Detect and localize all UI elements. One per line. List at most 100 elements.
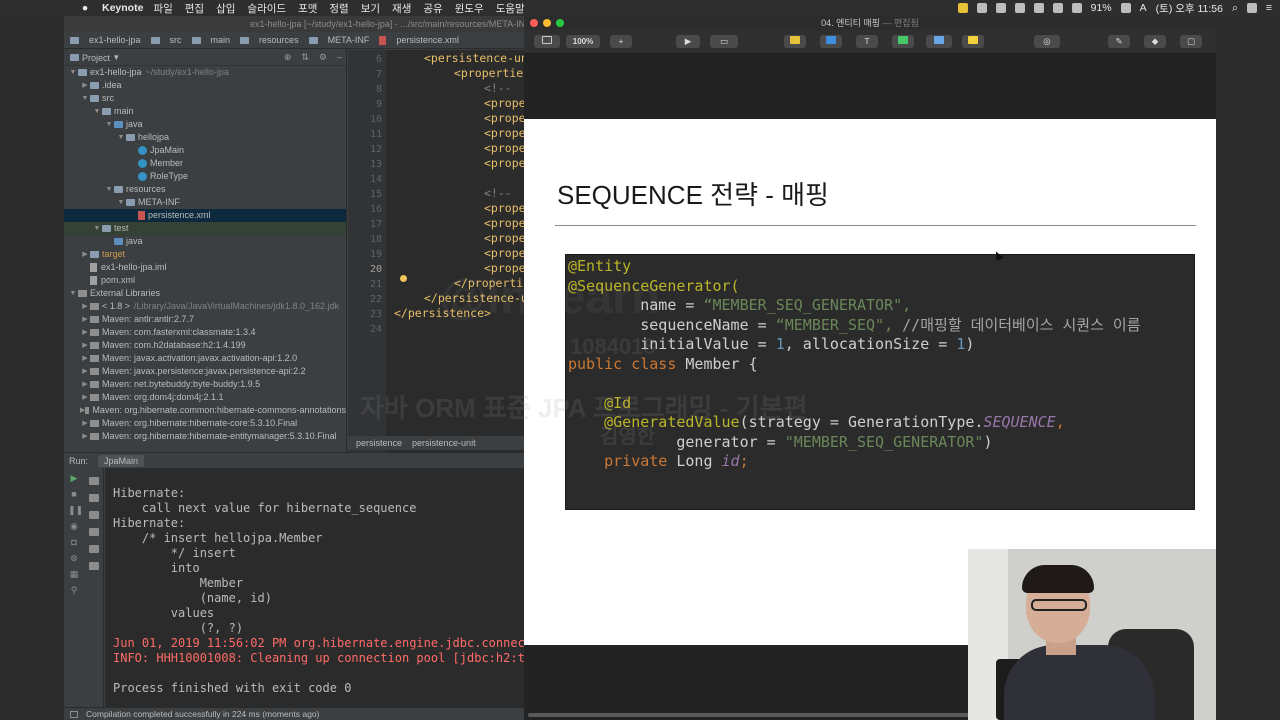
tree-expand-arrow-icon[interactable]: ▼	[104, 118, 114, 131]
tree-expand-arrow-icon[interactable]: ▶	[80, 378, 90, 391]
breadcrumb-item-1[interactable]: src	[150, 35, 182, 45]
tree-expand-arrow-icon[interactable]: ▶	[80, 79, 90, 92]
keynote-live-button[interactable]: ▭	[710, 35, 738, 48]
tree-item[interactable]: ▶ Maven: org.hibernate.common:hibernate-c…	[64, 404, 346, 417]
menu-item-5[interactable]: 정렬	[329, 1, 348, 16]
print-icon[interactable]	[88, 545, 99, 553]
tray-volume-icon[interactable]	[1071, 3, 1082, 13]
tree-expand-arrow-icon[interactable]: ▼	[116, 196, 126, 209]
zoom-select[interactable]: 100%	[566, 35, 600, 48]
rerun-play-icon[interactable]: ▶	[68, 473, 80, 483]
trash-icon[interactable]	[88, 562, 99, 570]
menu-item-9[interactable]: 윈도우	[455, 1, 484, 16]
slide-title[interactable]: SEQUENCE 전략 - 매핑	[557, 175, 829, 212]
tray-display-icon[interactable]	[1033, 3, 1044, 13]
tree-expand-arrow-icon[interactable]: ▶	[80, 430, 90, 443]
tree-expand-arrow-icon[interactable]: ▼	[68, 287, 78, 300]
editor-crumb-0[interactable]: persistence	[356, 438, 402, 448]
menu-item-1[interactable]: 편집	[185, 1, 204, 16]
tray-cloud-icon[interactable]	[1014, 3, 1025, 13]
code-editor[interactable]: 6 <persistence-unit 7 <properties> 8 <!-- 9 <pr…	[348, 50, 524, 460]
shape-button[interactable]	[892, 35, 914, 48]
tree-item[interactable]: ▶ target	[64, 248, 346, 261]
tree-expand-arrow-icon[interactable]: ▼	[116, 131, 126, 144]
tree-item[interactable]: ▼ java	[64, 118, 346, 131]
tree-item[interactable]: ▶ Maven: com.fasterxml:classmate:1.3.4	[64, 326, 346, 339]
tree-item[interactable]: Member	[64, 157, 346, 170]
status-toggle-icon[interactable]	[70, 710, 78, 718]
table-button[interactable]	[784, 35, 806, 48]
tree-item[interactable]: ▶ Maven: com.h2database:h2:1.4.199	[64, 339, 346, 352]
tree-item[interactable]: ▼ ex1-hello-jpa ~/study/ex1-hello-jpa	[64, 66, 346, 79]
tree-item[interactable]: ▼ main	[64, 105, 346, 118]
locate-file-icon[interactable]: ⊕	[284, 52, 292, 63]
hide-panel-icon[interactable]: –	[337, 52, 342, 63]
editor-crumb-1[interactable]: persistence-unit	[412, 438, 476, 448]
media-button[interactable]	[926, 35, 952, 48]
menu-item-3[interactable]: 슬라이드	[247, 1, 286, 16]
breadcrumb-item-4[interactable]: META-INF	[308, 35, 369, 45]
tree-item[interactable]: ▶ < 1.8 >/Library/Java/JavaVirtualMachine…	[64, 300, 346, 313]
tree-expand-arrow-icon[interactable]: ▼	[104, 183, 114, 196]
spotlight-icon[interactable]: ⌕	[1232, 2, 1238, 15]
breadcrumb-item-3[interactable]: resources	[240, 35, 299, 45]
tree-item[interactable]: ▼ resources	[64, 183, 346, 196]
tree-item[interactable]: ▶ .idea	[64, 79, 346, 92]
tree-expand-arrow-icon[interactable]: ▶	[80, 352, 90, 365]
up-arrow-icon[interactable]	[88, 477, 99, 485]
play-button[interactable]: ▶	[676, 35, 700, 48]
run-tab-jpamain[interactable]: JpaMain	[98, 454, 145, 467]
exit-icon[interactable]: ⊗	[68, 553, 80, 563]
menu-item-8[interactable]: 공유	[423, 1, 442, 16]
add-slide-button[interactable]: +	[610, 35, 632, 48]
apple-icon[interactable]: ●	[78, 2, 92, 14]
layout-icon[interactable]: ▦	[68, 569, 80, 579]
menu-item-7[interactable]: 재생	[392, 1, 411, 16]
tree-expand-arrow-icon[interactable]: ▼	[68, 66, 78, 79]
tree-item[interactable]: ▼ hellojpa	[64, 131, 346, 144]
tree-item[interactable]: ▶ Maven: javax.persistence:javax.persiste…	[64, 365, 346, 378]
tree-item[interactable]: ▶ Maven: antlr:antlr:2.7.7	[64, 313, 346, 326]
tray-wifi-icon[interactable]	[1052, 3, 1063, 13]
battery-icon[interactable]	[1120, 3, 1131, 13]
menu-app-name[interactable]: Keynote	[102, 2, 143, 14]
project-view-dropdown-icon[interactable]: ▾	[114, 52, 119, 63]
view-button[interactable]	[534, 35, 560, 48]
down-arrow-icon[interactable]	[88, 494, 99, 502]
tree-expand-arrow-icon[interactable]: ▼	[92, 222, 102, 235]
tree-expand-arrow-icon[interactable]: ▶	[80, 365, 90, 378]
breadcrumb-item-0[interactable]: ex1-hello-jpa	[70, 35, 141, 45]
pin-icon[interactable]: ⚲	[68, 585, 80, 595]
stop-icon[interactable]: ■	[68, 489, 80, 499]
tray-info-icon[interactable]	[995, 3, 1006, 13]
format-button[interactable]: ✎	[1108, 35, 1130, 48]
menu-item-2[interactable]: 삽입	[216, 1, 235, 16]
run-console[interactable]: Hibernate: call next value for hibernate…	[105, 468, 524, 708]
scroll-end-icon[interactable]	[88, 528, 99, 536]
input-source[interactable]: A	[1140, 2, 1147, 14]
soft-wrap-icon[interactable]	[88, 511, 99, 519]
settings-gear-icon[interactable]: ⚙	[319, 52, 327, 63]
tree-item[interactable]: ▼ META-INF	[64, 196, 346, 209]
tree-item[interactable]: ▼ src	[64, 92, 346, 105]
tree-expand-arrow-icon[interactable]: ▶	[80, 339, 90, 352]
menu-item-4[interactable]: 포맷	[298, 1, 317, 16]
tree-item[interactable]: JpaMain	[64, 144, 346, 157]
menu-item-6[interactable]: 보기	[361, 1, 380, 16]
menu-item-0[interactable]: 파일	[153, 1, 172, 16]
breadcrumb-item-5[interactable]: persistence.xml	[379, 35, 459, 45]
tree-item[interactable]: persistence.xml	[64, 209, 346, 222]
tree-item[interactable]: ▼ test	[64, 222, 346, 235]
tree-item[interactable]: ▶ Maven: net.bytebuddy:byte-buddy:1.9.5	[64, 378, 346, 391]
tree-item[interactable]: ex1-hello-jpa.iml	[64, 261, 346, 274]
tree-expand-arrow-icon[interactable]: ▶	[80, 326, 90, 339]
clock[interactable]: (토) 오후 11:56	[1156, 1, 1223, 16]
tree-item[interactable]: java	[64, 235, 346, 248]
menu-item-10[interactable]: 도움말	[496, 1, 525, 16]
tree-expand-arrow-icon[interactable]: ▼	[80, 92, 90, 105]
chart-button[interactable]	[820, 35, 842, 48]
tree-item[interactable]: ▶ Maven: org.hibernate:hibernate-core:5.3…	[64, 417, 346, 430]
document-button[interactable]: ▢	[1180, 35, 1202, 48]
tree-expand-arrow-icon[interactable]: ▶	[80, 417, 90, 430]
tray-note-icon[interactable]	[957, 3, 968, 13]
